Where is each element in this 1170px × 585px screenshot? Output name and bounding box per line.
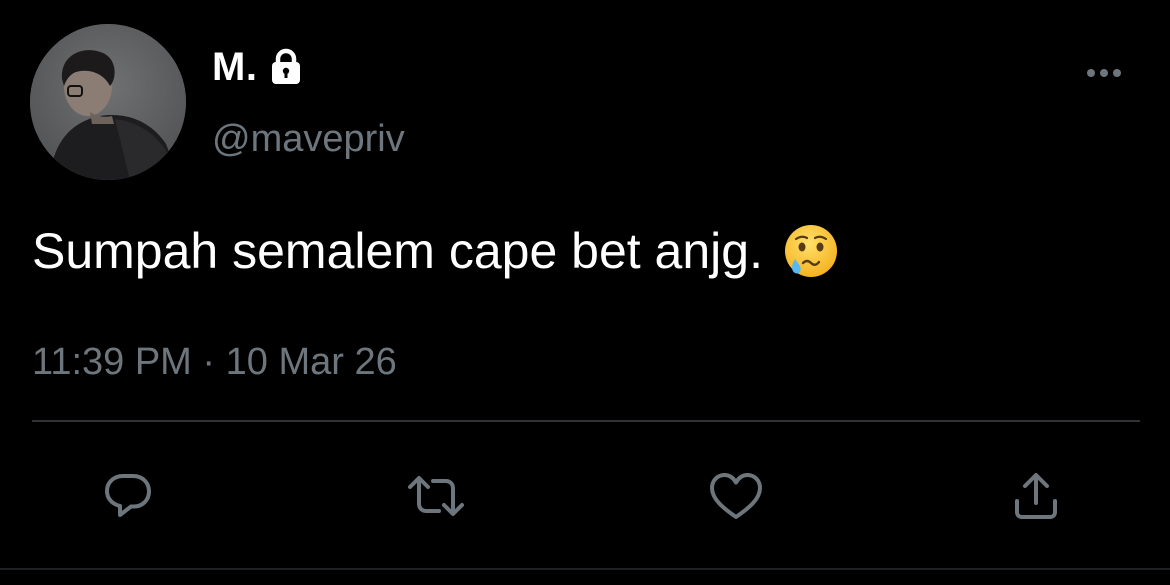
avatar-photo	[30, 24, 186, 180]
tweet-time: 11:39 PM	[32, 341, 192, 383]
lock-icon	[269, 48, 303, 86]
heart-icon	[710, 473, 762, 519]
reply-icon	[105, 474, 151, 517]
tweet-detail: M. @mavepriv Sumpah semalem cape bet anj…	[0, 0, 1170, 585]
display-name[interactable]: M.	[212, 44, 257, 90]
tweet-timestamp[interactable]: 11:39 PM · 10 Mar 26	[32, 338, 397, 386]
avatar[interactable]	[30, 24, 186, 180]
tweet-text: Sumpah semalem cape bet anjg.	[32, 218, 839, 284]
divider	[32, 420, 1140, 422]
display-name-row: M.	[212, 44, 303, 90]
share-icon	[1015, 473, 1057, 519]
face-holding-back-tears-icon	[783, 223, 839, 279]
bottom-divider	[0, 568, 1170, 570]
meta-separator: ·	[202, 341, 216, 383]
reply-button[interactable]	[98, 466, 158, 526]
more-options-icon[interactable]	[1080, 58, 1132, 88]
tweet-date: 10 Mar 26	[225, 341, 397, 383]
retweet-button[interactable]	[406, 466, 466, 526]
like-button[interactable]	[706, 466, 766, 526]
share-button[interactable]	[1006, 466, 1066, 526]
tweet-text-body: Sumpah semalem cape bet anjg.	[32, 223, 763, 279]
user-handle[interactable]: @mavepriv	[212, 116, 405, 162]
retweet-icon	[408, 476, 464, 516]
